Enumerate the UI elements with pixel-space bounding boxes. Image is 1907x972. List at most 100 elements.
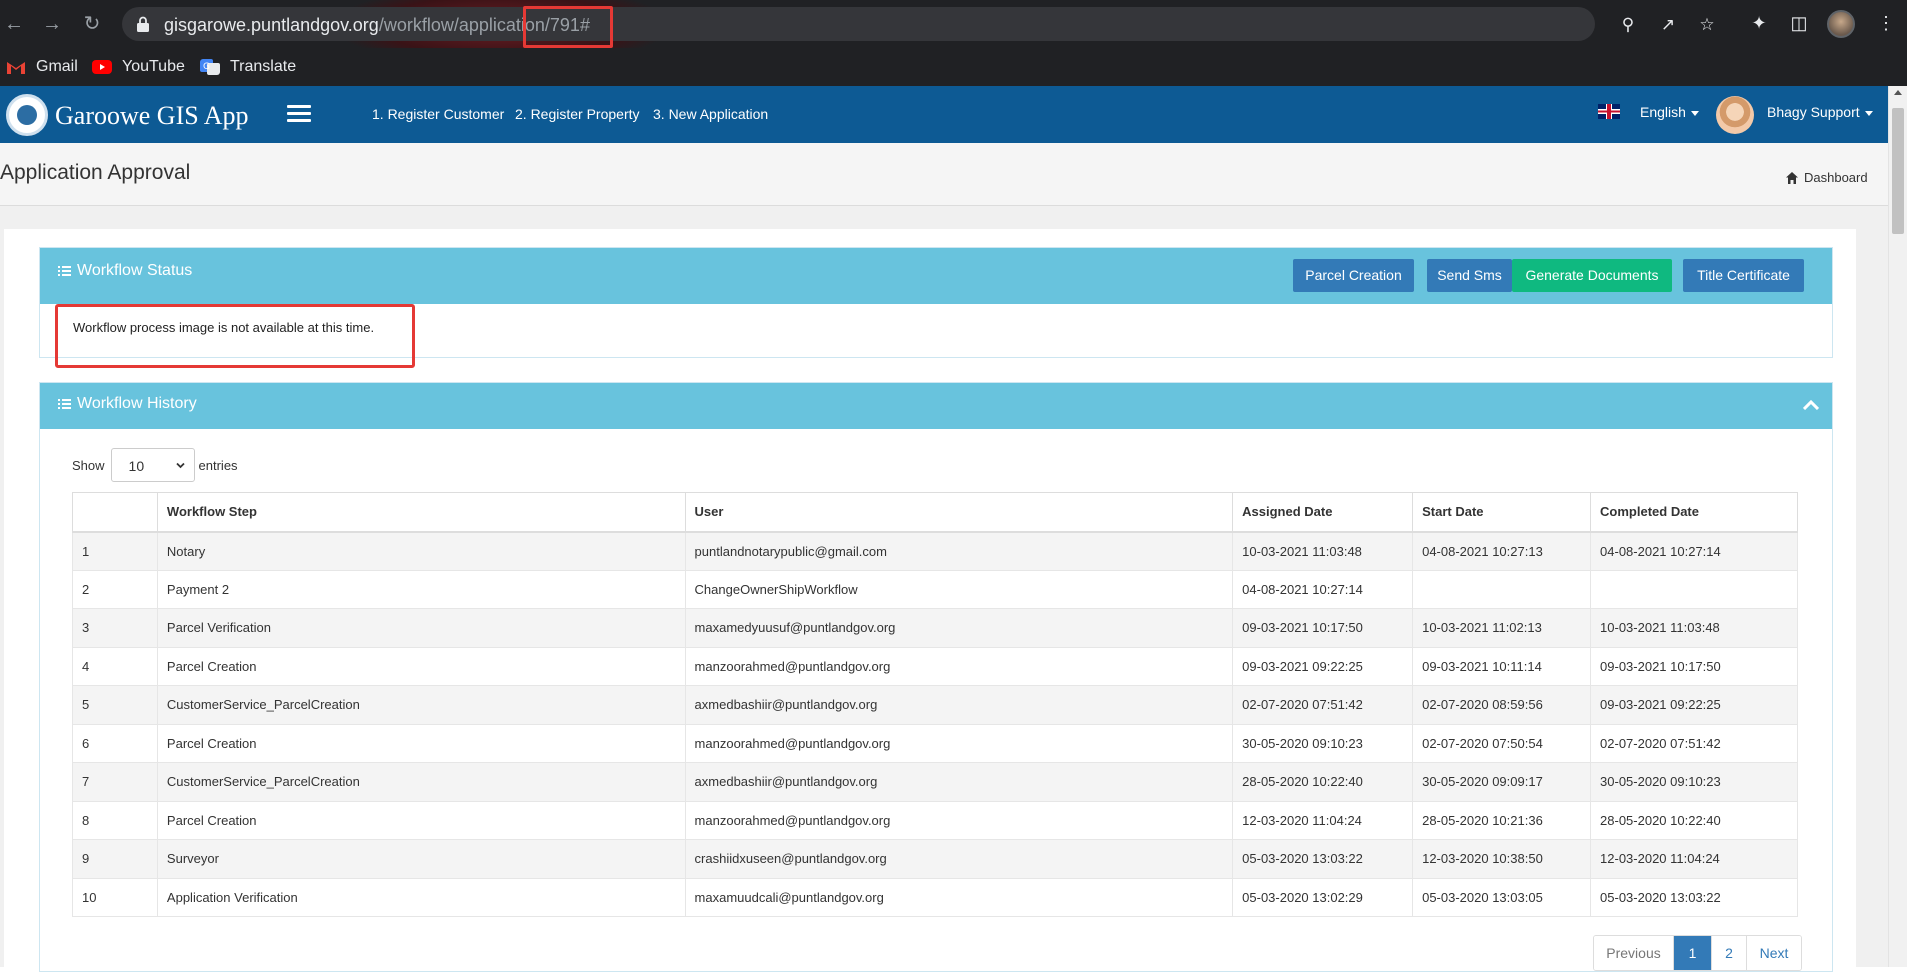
side-panel-icon[interactable]: ◫ xyxy=(1788,12,1810,34)
cell-user: crashiidxuseen@puntlandgov.org xyxy=(684,839,1234,879)
column-header-workflow-step[interactable]: Workflow Step xyxy=(156,492,686,533)
pagination-previous[interactable]: Previous xyxy=(1594,936,1673,970)
cell-index: 9 xyxy=(72,839,158,879)
cell-workflow-step: Notary xyxy=(156,531,686,571)
generate-documents-button[interactable]: Generate Documents xyxy=(1512,259,1672,292)
page-size-select[interactable]: 10 xyxy=(110,448,195,482)
zoom-icon[interactable]: ⚲ xyxy=(1618,15,1638,35)
chevron-up-icon[interactable] xyxy=(1803,400,1819,410)
cell-assigned-date: 09-03-2021 10:17:50 xyxy=(1232,608,1414,648)
cell-index: 10 xyxy=(72,877,158,917)
pagination-next[interactable]: Next xyxy=(1746,936,1801,970)
back-arrow-icon[interactable]: ← xyxy=(2,12,26,36)
cell-start-date: 12-03-2020 10:38:50 xyxy=(1412,839,1592,879)
entries-label: entries xyxy=(198,457,238,473)
app-navbar: Garoowe GIS App 1. Register Customer 2. … xyxy=(0,86,1888,143)
parcel-creation-button[interactable]: Parcel Creation xyxy=(1293,259,1414,292)
nav-register-property[interactable]: 2. Register Property xyxy=(515,106,640,122)
browser-profile-avatar[interactable] xyxy=(1827,10,1855,38)
column-header-user[interactable]: User xyxy=(684,492,1234,533)
bookmark-gmail[interactable]: Gmail xyxy=(6,56,78,78)
cell-user: ChangeOwnerShipWorkflow xyxy=(684,569,1234,609)
browser-menu-icon[interactable]: ⋮ xyxy=(1875,12,1897,34)
workflow-history-header[interactable]: Workflow History xyxy=(40,383,1832,429)
hamburger-menu-icon[interactable] xyxy=(287,105,311,123)
user-avatar[interactable] xyxy=(1716,96,1754,134)
page-size-value: 10 xyxy=(128,458,145,474)
cell-workflow-step: Surveyor xyxy=(156,839,686,879)
cell-user: maxamuudcali@puntlandgov.org xyxy=(684,877,1234,917)
cell-user: manzoorahmed@puntlandgov.org xyxy=(684,646,1234,686)
caret-down-icon xyxy=(1690,110,1699,116)
home-icon xyxy=(1786,171,1798,184)
pagination-page-2[interactable]: 2 xyxy=(1711,936,1746,970)
uk-flag-icon xyxy=(1598,104,1620,119)
share-icon[interactable]: ↗ xyxy=(1658,15,1678,35)
workflow-status-header: Workflow Status Parcel Creation Send Sms… xyxy=(40,248,1832,304)
table-row: 10 Application Verification maxamuudcali@p… xyxy=(72,877,1798,917)
reload-icon[interactable]: ↻ xyxy=(80,12,104,36)
column-header-assigned-date[interactable]: Assigned Date xyxy=(1232,492,1414,533)
nav-register-customer[interactable]: 1. Register Customer xyxy=(372,106,504,122)
breadcrumb-dashboard[interactable]: Dashboard xyxy=(1804,170,1868,185)
cell-index: 1 xyxy=(72,531,158,571)
language-label: English xyxy=(1640,104,1686,120)
cell-assigned-date: 02-07-2020 07:51:42 xyxy=(1232,685,1414,725)
bookmarks-bar: Gmail YouTube G Translate xyxy=(0,48,1907,86)
language-dropdown[interactable]: English xyxy=(1640,104,1699,120)
pagination-page-1[interactable]: 1 xyxy=(1673,936,1711,970)
cell-user: axmedbashiir@puntlandgov.org xyxy=(684,762,1234,802)
list-icon xyxy=(58,399,71,409)
app-logo[interactable] xyxy=(6,94,48,136)
table-row: 8 Parcel Creation manzoorahmed@puntlandgov… xyxy=(72,800,1798,840)
column-header-start-date[interactable]: Start Date xyxy=(1412,492,1592,533)
app-title[interactable]: Garoowe GIS App xyxy=(55,101,249,131)
scroll-up-arrow-icon[interactable] xyxy=(1894,90,1902,95)
cell-index: 7 xyxy=(72,762,158,802)
title-certificate-button[interactable]: Title Certificate xyxy=(1683,259,1804,292)
cell-assigned-date: 12-03-2020 11:04:24 xyxy=(1232,800,1414,840)
bookmark-label: Translate xyxy=(230,58,297,75)
youtube-icon xyxy=(92,60,112,74)
cell-workflow-step: Parcel Creation xyxy=(156,723,686,763)
cell-user: maxamedyuusuf@puntlandgov.org xyxy=(684,608,1234,648)
pagination: Previous 1 2 Next xyxy=(1593,935,1802,971)
cell-assigned-date: 30-05-2020 09:10:23 xyxy=(1232,723,1414,763)
cell-index: 3 xyxy=(72,608,158,648)
cell-assigned-date: 09-03-2021 09:22:25 xyxy=(1232,646,1414,686)
cell-user: manzoorahmed@puntlandgov.org xyxy=(684,723,1234,763)
bookmark-translate[interactable]: G Translate xyxy=(200,56,296,78)
caret-down-icon xyxy=(1864,110,1873,116)
breadcrumb[interactable]: Dashboard xyxy=(1785,170,1868,185)
cell-workflow-step: Payment 2 xyxy=(156,569,686,609)
page-scrollbar[interactable] xyxy=(1888,86,1907,967)
extensions-icon[interactable]: ✦ xyxy=(1748,12,1770,34)
address-bar[interactable]: gisgarowe.puntlandgov.org/workflow/appli… xyxy=(122,7,1715,41)
main-card: Workflow Status Parcel Creation Send Sms… xyxy=(4,229,1856,972)
browser-toolbar: ← → ↻ gisgarowe.puntlandgov.org/workflow… xyxy=(0,0,1907,64)
column-header-completed-date[interactable]: Completed Date xyxy=(1590,492,1798,533)
send-sms-button[interactable]: Send Sms xyxy=(1427,259,1512,292)
user-menu-dropdown[interactable]: Bhagy Support xyxy=(1767,104,1873,120)
table-header-row: Workflow Step User Assigned Date Start D… xyxy=(72,492,1798,533)
svg-text:G: G xyxy=(203,62,210,72)
list-icon xyxy=(58,266,71,276)
bookmark-youtube[interactable]: YouTube xyxy=(92,56,185,78)
message-annotation-box xyxy=(55,304,415,368)
cell-assigned-date: 05-03-2020 13:03:22 xyxy=(1232,839,1414,879)
scrollbar-thumb[interactable] xyxy=(1892,108,1904,234)
url-host: gisgarowe.puntlandgov.org xyxy=(164,15,379,35)
cell-user: puntlandnotarypublic@gmail.com xyxy=(684,531,1234,571)
column-header-index[interactable] xyxy=(72,492,158,533)
cell-workflow-step: CustomerService_ParcelCreation xyxy=(156,762,686,802)
translate-icon: G xyxy=(200,59,220,75)
table-row: 6 Parcel Creation manzoorahmed@puntlandgov… xyxy=(72,723,1798,763)
page-size-control: Show 10 entries xyxy=(72,448,238,482)
nav-new-application[interactable]: 3. New Application xyxy=(653,106,768,122)
forward-arrow-icon[interactable]: → xyxy=(40,12,64,36)
workflow-history-panel: Workflow History Show 10 entries Workflo… xyxy=(39,382,1833,972)
cell-index: 2 xyxy=(72,569,158,609)
cell-completed-date xyxy=(1590,569,1798,609)
cell-completed-date: 09-03-2021 09:22:25 xyxy=(1590,685,1798,725)
bookmark-star-icon[interactable]: ☆ xyxy=(1697,15,1717,35)
